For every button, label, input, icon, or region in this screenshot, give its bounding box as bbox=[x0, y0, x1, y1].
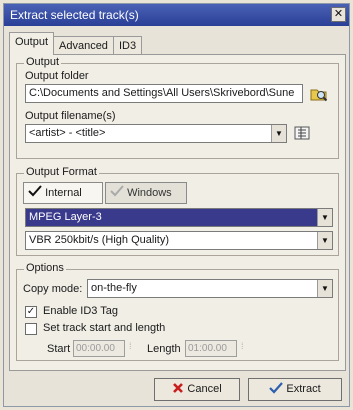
output-format-group: Output Format Internal Windows MPEG Laye… bbox=[16, 166, 339, 256]
chevron-down-icon[interactable]: ▼ bbox=[317, 232, 332, 249]
codec-value: MPEG Layer-3 bbox=[29, 211, 102, 223]
tag-list-icon[interactable] bbox=[293, 124, 311, 142]
output-filename-value: <artist> - <title> bbox=[29, 127, 106, 139]
copy-mode-select[interactable]: on-the-fly ▼ bbox=[87, 279, 333, 298]
copy-mode-value: on-the-fly bbox=[91, 282, 137, 294]
length-input[interactable]: 01:00.00 bbox=[185, 340, 237, 357]
length-spinner[interactable]: ⁞ bbox=[241, 341, 244, 351]
tab-output[interactable]: Output bbox=[9, 32, 55, 55]
windows-format-label: Windows bbox=[127, 187, 172, 199]
chevron-down-icon[interactable]: ▼ bbox=[317, 209, 332, 226]
checkmark-icon bbox=[110, 185, 124, 197]
start-spinner[interactable]: ⁞ bbox=[129, 341, 132, 351]
windows-format-button[interactable]: Windows bbox=[105, 182, 187, 204]
output-group: Output Output folder C:\Documents and Se… bbox=[16, 56, 339, 159]
set-track-label: Set track start and length bbox=[43, 322, 166, 334]
output-legend: Output bbox=[24, 56, 62, 68]
folder-search-icon[interactable] bbox=[310, 84, 328, 102]
set-track-checkbox[interactable] bbox=[25, 323, 37, 335]
cancel-label: Cancel bbox=[187, 383, 222, 395]
codec-select[interactable]: MPEG Layer-3 ▼ bbox=[25, 208, 333, 227]
tab-advanced[interactable]: Advanced bbox=[53, 36, 114, 54]
output-format-legend: Output Format bbox=[24, 166, 99, 178]
quality-select[interactable]: VBR 250kbit/s (High Quality) ▼ bbox=[25, 231, 333, 250]
copy-mode-label: Copy mode: bbox=[23, 283, 83, 295]
window-title: Extract selected track(s) bbox=[10, 8, 139, 22]
title-bar: Extract selected track(s) ✕ bbox=[4, 4, 349, 26]
length-label: Length bbox=[147, 343, 181, 355]
chevron-down-icon[interactable]: ▼ bbox=[271, 125, 286, 142]
extract-check-icon bbox=[269, 382, 284, 394]
cancel-button[interactable]: Cancel bbox=[154, 378, 240, 401]
output-filename-combo[interactable]: <artist> - <title> ▼ bbox=[25, 124, 287, 143]
extract-dialog: Extract selected track(s) ✕ Output Advan… bbox=[3, 3, 350, 407]
close-icon[interactable]: ✕ bbox=[331, 7, 346, 22]
options-legend: Options bbox=[24, 262, 66, 274]
tab-id3[interactable]: ID3 bbox=[113, 36, 143, 54]
output-folder-label: Output folder bbox=[25, 70, 89, 82]
extract-label: Extract bbox=[286, 383, 321, 395]
start-label: Start bbox=[47, 343, 71, 355]
enable-id3-checkbox[interactable]: ✓ bbox=[25, 306, 37, 318]
output-filename-label: Output filename(s) bbox=[25, 110, 116, 122]
internal-format-button[interactable]: Internal bbox=[23, 182, 103, 204]
start-input[interactable]: 00:00.00 bbox=[73, 340, 125, 357]
tab-panel-output: Output Output folder C:\Documents and Se… bbox=[9, 54, 346, 371]
quality-value: VBR 250kbit/s (High Quality) bbox=[29, 234, 169, 246]
enable-id3-label: Enable ID3 Tag bbox=[43, 305, 119, 317]
extract-button[interactable]: Extract bbox=[248, 378, 342, 401]
checkmark-icon bbox=[28, 185, 42, 197]
options-group: Options Copy mode: on-the-fly ▼ ✓ Enable… bbox=[16, 262, 339, 361]
chevron-down-icon[interactable]: ▼ bbox=[317, 280, 332, 297]
internal-format-label: Internal bbox=[45, 187, 82, 199]
cancel-x-icon bbox=[173, 383, 184, 393]
output-folder-input[interactable]: C:\Documents and Settings\All Users\Skri… bbox=[25, 84, 303, 103]
